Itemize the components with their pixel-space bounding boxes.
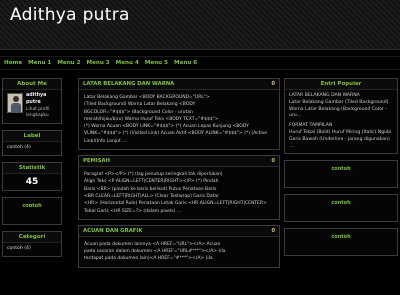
contoh-widget: contoh xyxy=(2,196,62,225)
post: PEMISAH 0 Paragraf <P></P> (*) (lag penu… xyxy=(78,155,280,220)
popular-posts-widget: Entri Populer LATAR BELAKANG DAN WARNA L… xyxy=(284,78,398,155)
category-widget: Categori contoh (4) xyxy=(2,230,62,257)
post: ACUAN DAN GRAFIK 0 Acuan pada dokumen la… xyxy=(78,224,280,268)
left-sidebar: About Me adithya putra Lihat profil leng… xyxy=(2,78,62,263)
category-item[interactable]: contoh (4) xyxy=(7,246,57,253)
contoh-label: contoh xyxy=(22,202,42,209)
label-widget: Label contoh (4) xyxy=(2,130,62,156)
popular-title: Entri Populer xyxy=(285,79,397,90)
post-body: Acuan pada dokumen lainnya <A HREF="URL"… xyxy=(84,241,226,262)
label-item[interactable]: contoh (4) xyxy=(7,145,57,152)
popular-post-excerpt: Huruf Tebal (Bold) Huruf Miring (Italic)… xyxy=(289,129,392,149)
nav-home[interactable]: Home xyxy=(4,60,22,66)
popular-post-excerpt: Latar Belakang Gambar (Tiled Background)… xyxy=(289,99,389,119)
popular-post-link[interactable]: FORMAT TAMPILAN xyxy=(289,123,393,130)
contoh-label: contoh xyxy=(331,166,351,173)
about-widget: About Me adithya putra Lihat profil leng… xyxy=(2,78,62,125)
right-sidebar: Entri Populer LATAR BELAKANG DAN WARNA L… xyxy=(284,78,398,262)
post-title[interactable]: LATAR BELAKANG DAN WARNA xyxy=(83,81,174,87)
about-title: About Me xyxy=(3,79,61,90)
main-content: LATAR BELAKANG DAN WARNA 0 Latar Belakan… xyxy=(78,78,280,273)
post-title[interactable]: ACUAN DAN GRAFIK xyxy=(83,228,143,234)
comment-count[interactable]: 0 xyxy=(272,81,275,87)
nav-menu-3[interactable]: Menu 3 xyxy=(87,60,110,66)
comment-count[interactable]: 0 xyxy=(272,158,275,164)
stats-count: 45 xyxy=(25,176,39,187)
contoh-label: contoh xyxy=(331,200,351,207)
contoh-widget: contoh xyxy=(284,228,398,257)
blog-title[interactable]: Adithya putra xyxy=(10,5,130,25)
nav-menu-5[interactable]: Menu 5 xyxy=(145,60,168,66)
category-title: Categori xyxy=(3,231,61,243)
read-more[interactable]: Link)(Info Lanjut ... xyxy=(84,138,274,145)
contoh-label: contoh xyxy=(331,234,351,241)
comment-count[interactable]: 0 xyxy=(272,228,275,234)
profile-link[interactable]: Lihat profil lengkapku xyxy=(26,107,57,121)
stats-widget: Statistik 45 xyxy=(2,161,62,191)
label-title: Label xyxy=(3,131,61,143)
nav-menu-4[interactable]: Menu 4 xyxy=(116,60,139,66)
nav-menu-2[interactable]: Menu 2 xyxy=(57,60,80,66)
contoh-widget: contoh xyxy=(284,160,398,189)
post-title[interactable]: PEMISAH xyxy=(83,158,110,164)
post-body: Latar Belakang Gambar <BODY BACKGROUND="… xyxy=(79,90,279,149)
contoh-widget: contoh xyxy=(284,194,398,223)
popular-post-link[interactable]: LATAR BELAKANG DAN WARNA xyxy=(289,93,393,100)
stats-title: Statistik xyxy=(3,162,61,174)
profile-name[interactable]: adithya putra xyxy=(26,93,57,107)
post: LATAR BELAKANG DAN WARNA 0 Latar Belakan… xyxy=(78,78,280,151)
avatar[interactable] xyxy=(7,93,23,113)
nav-menu-6[interactable]: Menu 6 xyxy=(174,60,197,66)
nav-bar: Home Menu 1 Menu 2 Menu 3 Menu 4 Menu 5 … xyxy=(0,56,400,70)
post-body: Paragraf <P></P> (*) (lag penutup sering… xyxy=(84,172,267,214)
nav-menu-1[interactable]: Menu 1 xyxy=(28,60,51,66)
blog-header: Adithya putra xyxy=(0,0,400,50)
